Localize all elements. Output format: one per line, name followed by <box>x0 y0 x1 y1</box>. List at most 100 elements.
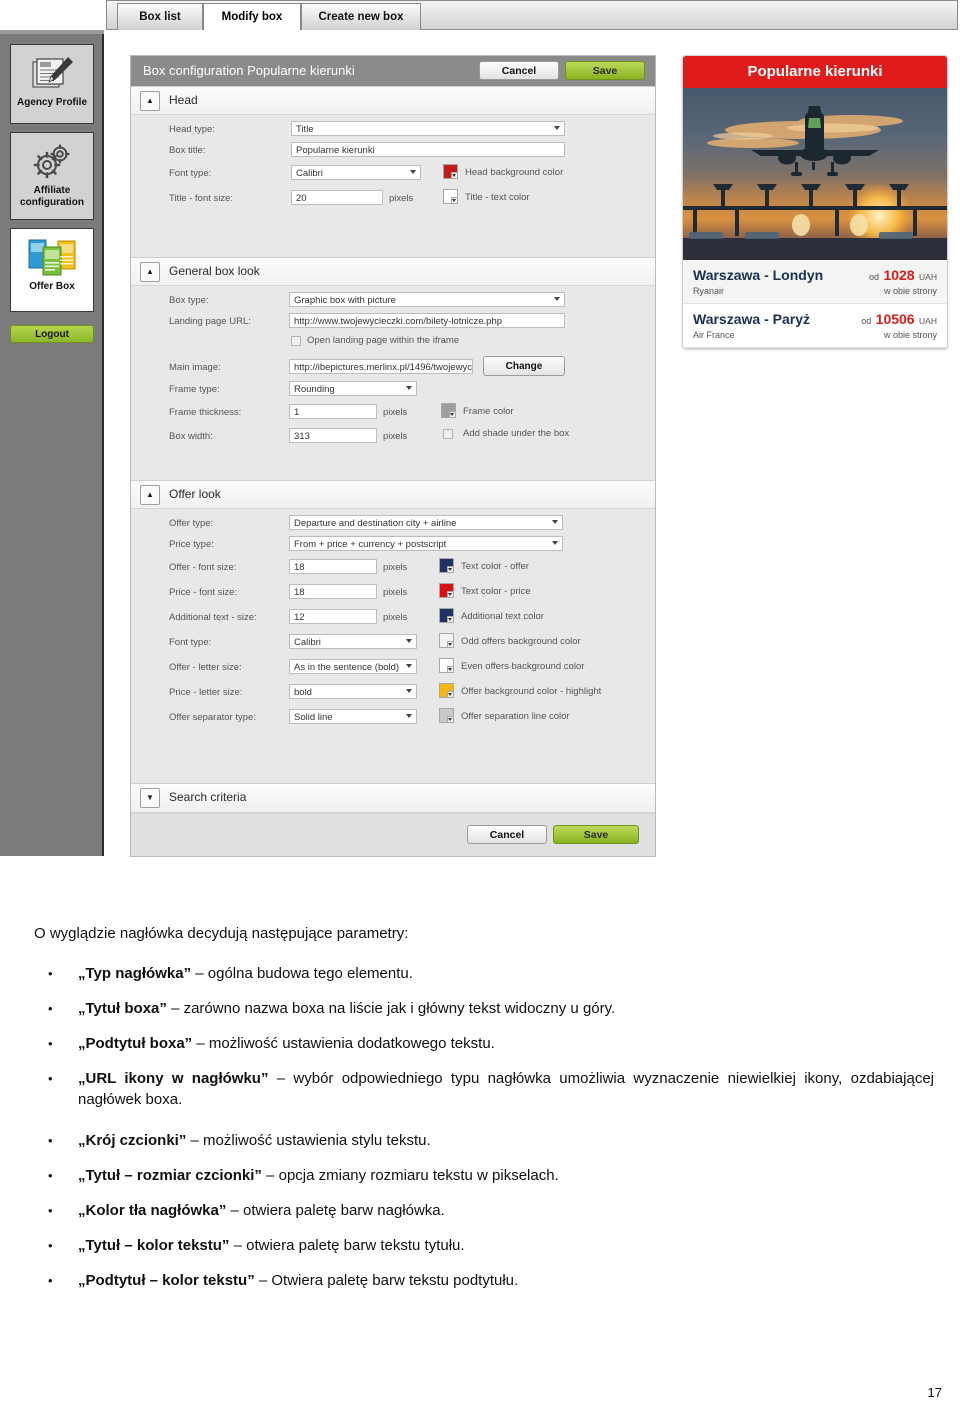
bullet-term: „Podtytuł boxa” <box>78 1035 193 1052</box>
offer-separation-line-color-swatch[interactable] <box>439 708 454 723</box>
price-font-size-input[interactable]: 18 <box>289 584 377 599</box>
offer-separator-select[interactable]: Solid line <box>289 709 417 724</box>
price-letter-size-value: bold <box>294 687 312 698</box>
odd-offers-background-color-swatch[interactable] <box>439 633 454 648</box>
general-box-look-section: ▲ General box look Box type: Graphic box… <box>131 257 655 468</box>
offer-note: w obie strony <box>883 286 937 296</box>
additional-text-color-swatch[interactable] <box>439 608 454 623</box>
change-image-button[interactable]: Change <box>483 356 565 376</box>
additional-text-size-input[interactable]: 12 <box>289 609 377 624</box>
font-type-select[interactable]: Calibri <box>291 165 421 180</box>
offer-type-select[interactable]: Departure and destination city + airline <box>289 515 563 530</box>
open-in-iframe-checkbox[interactable] <box>291 336 301 346</box>
even-offers-background-color-swatch[interactable] <box>439 658 454 673</box>
offer-letter-size-label: Offer - letter size: <box>169 662 242 673</box>
box-width-input[interactable]: 313 <box>289 428 377 443</box>
offer-section-toggle[interactable]: ▲ <box>140 485 160 505</box>
general-section-title: General box look <box>169 264 260 278</box>
sidebar-item-offer-box[interactable]: Offer Box <box>10 228 94 312</box>
price-letter-size-select[interactable]: bold <box>289 684 417 699</box>
tab-modify-box[interactable]: Modify box <box>203 3 301 31</box>
preview-offer-row[interactable]: Warszawa - Londyn Ryanair od 1028 UAH w … <box>683 260 947 304</box>
panel-footer: Cancel Save <box>131 813 655 856</box>
head-section-header: ▲ Head <box>131 87 655 115</box>
offer-font-type-select[interactable]: Calibri <box>289 634 417 649</box>
preview-main-image <box>683 88 947 260</box>
offer-font-type-label: Font type: <box>169 637 212 648</box>
list-item: • „Tytuł boxa” – zarówno nazwa boxa na li… <box>34 998 934 1019</box>
box-configuration-panel: Box configuration Popularne kierunki Can… <box>130 55 656 857</box>
save-button-top[interactable]: Save <box>565 61 645 80</box>
offer-font-size-input[interactable]: 18 <box>289 559 377 574</box>
head-background-color-label: Head background color <box>465 167 564 178</box>
frame-color-swatch[interactable] <box>441 403 456 418</box>
offer-separator-value: Solid line <box>294 712 333 723</box>
bullet-text: – otwiera paletę barw nagłówka. <box>226 1202 445 1219</box>
frame-thickness-input[interactable]: 1 <box>289 404 377 419</box>
box-type-select[interactable]: Graphic box with picture <box>289 292 565 307</box>
bullet-text: – opcja zmiany rozmiaru tekstu w piksela… <box>261 1167 559 1184</box>
head-type-select[interactable]: Title <box>291 121 565 136</box>
chevron-down-icon <box>552 541 558 545</box>
offer-background-highlight-swatch[interactable] <box>439 683 454 698</box>
sidebar-item-agency-profile[interactable]: Agency Profile <box>10 44 94 124</box>
gears-icon <box>11 133 93 185</box>
price-type-select[interactable]: From + price + currency + postscript <box>289 536 563 551</box>
price-font-size-label: Price - font size: <box>169 587 238 598</box>
cancel-button-bottom[interactable]: Cancel <box>467 825 547 844</box>
preview-offer-row[interactable]: Warszawa - Paryż Air France od 10506 UAH… <box>683 304 947 348</box>
head-section: ▲ Head Head type: Title Box title: Popul… <box>131 86 655 245</box>
head-background-color-swatch[interactable] <box>443 164 458 179</box>
text-color-offer-swatch[interactable] <box>439 558 454 573</box>
sidebar-item-affiliate-configuration[interactable]: Affiliate configuration <box>10 132 94 220</box>
add-shade-checkbox[interactable] <box>443 429 453 439</box>
main-image-input[interactable]: http://ibepictures.merlinx.pl/1496/twoje… <box>289 359 473 374</box>
search-criteria-header[interactable]: ▼ Search criteria <box>131 784 655 813</box>
landing-url-input[interactable]: http://www.twojewycieczki.com/bilety-lot… <box>289 313 565 328</box>
bullet-text: – ogólna budowa tego elementu. <box>191 965 413 982</box>
bullet-glyph: • <box>48 1273 53 1288</box>
list-item: • „Podtytuł – kolor tekstu” – Otwiera pal… <box>34 1270 934 1291</box>
title-font-size-label: Title - font size: <box>169 193 234 204</box>
frame-type-select[interactable]: Rounding <box>289 381 417 396</box>
text-color-price-swatch[interactable] <box>439 583 454 598</box>
chevron-down-icon <box>410 170 416 174</box>
bullet-text: – Otwiera paletę barw tekstu podtytułu. <box>254 1272 519 1289</box>
tab-create-new-box[interactable]: Create new box <box>301 3 421 31</box>
cancel-button-top[interactable]: Cancel <box>479 61 559 80</box>
bullet-glyph: • <box>48 1168 53 1183</box>
title-font-size-input[interactable]: 20 <box>291 190 383 205</box>
offer-price-prefix: od <box>868 272 879 282</box>
profile-edit-icon <box>11 45 93 97</box>
offer-background-highlight-label: Offer background color - highlight <box>461 686 602 697</box>
chevron-down-icon <box>406 714 412 718</box>
title-text-color-swatch[interactable] <box>443 189 458 204</box>
bullet-glyph: • <box>48 1071 53 1086</box>
bullet-term: „Podtytuł – kolor tekstu” <box>78 1272 255 1289</box>
text-color-offer-label: Text color - offer <box>461 561 529 572</box>
bullet-glyph: • <box>48 1001 53 1016</box>
offer-font-size-label: Offer - font size: <box>169 562 237 573</box>
bullet-glyph: • <box>48 1036 53 1051</box>
offer-price-block: od 10506 UAH <box>861 311 937 329</box>
chevron-down-icon <box>554 297 560 301</box>
bullet-text: – otwiera paletę barw tekstu tytułu. <box>229 1237 465 1254</box>
offer-separator-label: Offer separator type: <box>169 712 256 723</box>
offer-separation-line-color-label: Offer separation line color <box>461 711 570 722</box>
search-criteria-toggle[interactable]: ▼ <box>140 788 160 808</box>
open-in-iframe-label: Open landing page within the iframe <box>307 335 460 346</box>
list-item: • „Kolor tła nagłówka” – otwiera paletę b… <box>34 1200 934 1221</box>
head-section-toggle[interactable]: ▲ <box>140 91 160 111</box>
bullet-glyph: • <box>48 966 53 981</box>
head-section-title: Head <box>169 93 198 107</box>
tab-box-list[interactable]: Box list <box>117 3 203 31</box>
list-item: • „URL ikony w nagłówku” – wybór odpowied… <box>34 1068 934 1110</box>
box-title-input[interactable]: Popularne kierunki <box>291 142 565 157</box>
general-section-toggle[interactable]: ▲ <box>140 262 160 282</box>
logout-button[interactable]: Logout <box>10 325 94 343</box>
chevron-down-icon <box>406 664 412 668</box>
offer-letter-size-select[interactable]: As in the sentence (bold) <box>289 659 417 674</box>
box-title-label: Box title: <box>169 145 206 156</box>
save-button-bottom[interactable]: Save <box>553 825 639 844</box>
list-item: • „Krój czcionki” – możliwość ustawienia … <box>34 1130 934 1151</box>
